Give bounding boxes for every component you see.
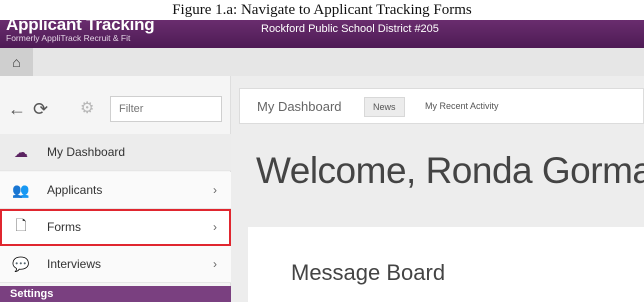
sidebar-item-label: My Dashboard bbox=[47, 145, 126, 159]
app-header: Applicant Tracking Formerly AppliTrack R… bbox=[0, 15, 644, 48]
welcome-heading: Welcome, Ronda Gorman bbox=[256, 150, 644, 191]
tab-my-recent-activity[interactable]: My Recent Activity bbox=[425, 101, 499, 111]
sidebar-section-settings: Settings bbox=[0, 286, 231, 302]
message-board-title: Message Board bbox=[291, 260, 446, 285]
chevron-right-icon: › bbox=[213, 183, 217, 197]
home-icon: ⌂ bbox=[12, 54, 21, 70]
tab-news[interactable]: News bbox=[364, 97, 405, 117]
tab-my-dashboard[interactable]: My Dashboard bbox=[257, 99, 342, 114]
sidebar: ← ⟳ ⚙ ☁ My Dashboard 👥 Applicants › 🗋 Fo… bbox=[0, 76, 231, 302]
district-name: Rockford Public School District #205 bbox=[261, 23, 439, 35]
sidebar-item-label: Interviews bbox=[47, 257, 102, 271]
sidebar-item-applicants[interactable]: 👥 Applicants › bbox=[0, 172, 231, 209]
home-bar: ⌂ bbox=[0, 48, 644, 76]
dashboard-tabs: My Dashboard News My Recent Activity bbox=[239, 88, 644, 124]
gear-icon[interactable]: ⚙ bbox=[80, 99, 94, 119]
sidebar-item-label: Applicants bbox=[47, 183, 103, 197]
filter-input[interactable] bbox=[110, 96, 222, 122]
sidebar-toolbar: ← ⟳ ⚙ bbox=[0, 93, 231, 127]
chevron-right-icon: › bbox=[213, 220, 217, 234]
home-button[interactable]: ⌂ bbox=[0, 48, 33, 76]
sidebar-item-forms[interactable]: 🗋 Forms › bbox=[0, 209, 231, 246]
brand-title[interactable]: Applicant Tracking bbox=[6, 15, 155, 35]
refresh-icon[interactable]: ⟳ bbox=[33, 99, 48, 119]
cloud-icon: ☁ bbox=[14, 143, 28, 160]
main-content: My Dashboard News My Recent Activity Wel… bbox=[231, 76, 644, 302]
sidebar-item-my-dashboard[interactable]: ☁ My Dashboard bbox=[0, 134, 231, 171]
sidebar-item-interviews[interactable]: 💬 Interviews › bbox=[0, 246, 231, 283]
chevron-right-icon: › bbox=[213, 257, 217, 271]
brand-subtitle: Formerly AppliTrack Recruit & Fit bbox=[6, 33, 131, 43]
chat-icon: 💬 bbox=[12, 255, 30, 272]
users-icon: 👥 bbox=[12, 181, 30, 198]
sidebar-item-label: Forms bbox=[47, 220, 81, 234]
back-arrow-icon[interactable]: ← bbox=[8, 99, 26, 119]
file-icon: 🗋 bbox=[15, 217, 27, 233]
message-board-panel: Message Board bbox=[248, 227, 644, 302]
